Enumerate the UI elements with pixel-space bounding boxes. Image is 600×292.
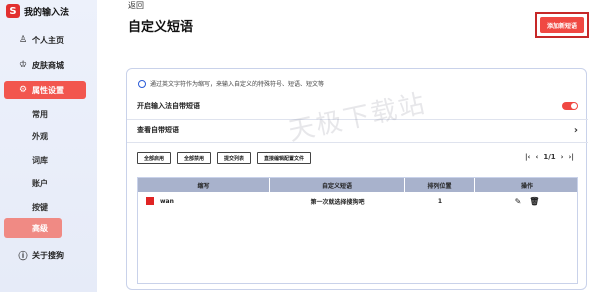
gear-icon: ⚙ [18, 85, 28, 95]
back-link[interactable]: 返回 [128, 0, 144, 11]
enable-all-button[interactable]: 全部启用 [137, 152, 172, 164]
sidebar-item-skin-store[interactable]: ♔ 皮肤商城 [0, 56, 88, 74]
first-page-icon[interactable]: |‹ [525, 153, 530, 161]
info-icon: ⓘ [18, 251, 28, 262]
sidebar-sub-account[interactable]: 账户 [32, 178, 48, 189]
phrase-panel: 通过英文字符作为缩写，来输入自定义的特殊符号、短语、短文等 开启输入法自带短语 … [126, 68, 588, 290]
sidebar-item-label: 个人主页 [32, 35, 64, 45]
sogou-logo-icon: S [6, 4, 20, 18]
enable-builtin-toggle[interactable] [562, 102, 578, 110]
user-icon: ♙ [18, 35, 28, 45]
view-builtin-row[interactable]: 查看自带短语 › [137, 121, 578, 139]
edit-icon[interactable]: ✎ [515, 197, 522, 206]
header-abbr: 缩写 [138, 178, 270, 192]
cell-actions: ✎ 🗑 [475, 192, 579, 210]
disable-all-button[interactable]: 全部禁用 [177, 152, 212, 164]
abbr-text: wan [160, 197, 174, 205]
chevron-right-icon[interactable]: › [574, 125, 578, 136]
sidebar-sub-advanced[interactable]: 高级 [4, 218, 62, 238]
header-position: 排列位置 [405, 178, 475, 192]
location-pin-icon [138, 79, 146, 88]
add-phrase-button[interactable]: 添加新短语 [540, 17, 584, 33]
cell-position: 1 [437, 197, 443, 205]
submit-list-button[interactable]: 提交列表 [217, 152, 252, 164]
sidebar: S 我的输入法 ♙ 个人主页 ♔ 皮肤商城 ⚙ 属性设置 常用 外观 词库 账户… [0, 0, 97, 292]
enable-builtin-row: 开启输入法自带短语 [137, 97, 578, 115]
sidebar-item-label: 关于搜狗 [32, 250, 64, 260]
trash-icon[interactable]: 🗑 [529, 197, 539, 206]
cell-phrase: 第一次就选择搜狗吧 [310, 198, 365, 206]
sidebar-sub-keys[interactable]: 按键 [32, 202, 48, 213]
shirt-icon: ♔ [18, 60, 28, 70]
tip-text: 通过英文字符作为缩写，来输入自定义的特殊符号、短语、短文等 [150, 81, 325, 88]
sidebar-item-label: 皮肤商城 [32, 60, 64, 70]
sidebar-sub-common[interactable]: 常用 [32, 109, 48, 120]
header-actions: 操作 [520, 182, 533, 190]
sidebar-item-settings[interactable]: ⚙ 属性设置 [4, 81, 86, 99]
prev-page-icon[interactable]: ‹ [535, 153, 538, 161]
sidebar-sub-appearance[interactable]: 外观 [32, 131, 48, 142]
enable-builtin-label: 开启输入法自带短语 [137, 102, 200, 110]
edit-config-file-button[interactable]: 直接编辑配置文件 [257, 152, 312, 164]
next-page-icon[interactable]: › [561, 153, 564, 161]
page-title: 自定义短语 [128, 20, 194, 35]
sidebar-item-home[interactable]: ♙ 个人主页 [0, 31, 88, 49]
table-header: 缩写 自定义短语 排列位置 操作 [138, 178, 577, 192]
sidebar-item-about[interactable]: ⓘ 关于搜狗 [0, 246, 88, 264]
add-button-highlight: 添加新短语 [535, 12, 589, 38]
phrase-table: 缩写 自定义短语 排列位置 操作 wan 第一次就选择搜狗吧 1 ✎ 🗑 [137, 177, 578, 284]
table-row: wan 第一次就选择搜狗吧 1 ✎ 🗑 [138, 192, 577, 210]
sidebar-item-label: 属性设置 [32, 85, 64, 95]
pagination: |‹ ‹ 1/1 › ›| [525, 153, 574, 161]
header-phrase: 自定义短语 [270, 178, 405, 192]
divider [127, 142, 588, 143]
page-indicator: 1/1 [543, 153, 556, 161]
app-title: 我的输入法 [24, 7, 70, 18]
row-checkbox[interactable] [146, 197, 154, 205]
view-builtin-label: 查看自带短语 [137, 126, 179, 134]
app-brand: S 我的输入法 [6, 3, 69, 19]
divider [127, 119, 588, 120]
cell-abbr: wan [138, 192, 270, 210]
tip-row: 通过英文字符作为缩写，来输入自定义的特殊符号、短语、短文等 [138, 79, 324, 88]
action-buttons: 全部启用 全部禁用 提交列表 直接编辑配置文件 [137, 152, 312, 164]
sidebar-sub-dictionary[interactable]: 词库 [32, 155, 48, 166]
last-page-icon[interactable]: ›| [569, 153, 574, 161]
